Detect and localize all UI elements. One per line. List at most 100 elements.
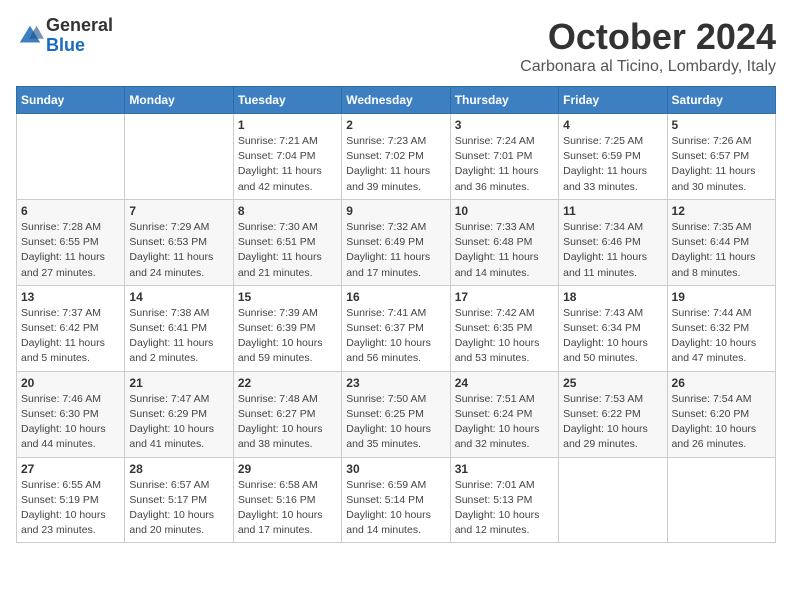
day-number: 21 <box>129 376 228 390</box>
calendar-cell: 19 Sunrise: 7:44 AM Sunset: 6:32 PM Dayli… <box>667 285 775 371</box>
calendar-cell: 30 Sunrise: 6:59 AM Sunset: 5:14 PM Dayli… <box>342 457 450 543</box>
day-number: 28 <box>129 462 228 476</box>
day-info: Sunrise: 7:51 AM Sunset: 6:24 PM Dayligh… <box>455 392 554 453</box>
day-info: Sunrise: 6:57 AM Sunset: 5:17 PM Dayligh… <box>129 478 228 539</box>
calendar-cell: 4 Sunrise: 7:25 AM Sunset: 6:59 PM Daylig… <box>559 114 667 200</box>
day-info: Sunrise: 7:21 AM Sunset: 7:04 PM Dayligh… <box>238 134 337 195</box>
day-number: 23 <box>346 376 445 390</box>
day-number: 13 <box>21 290 120 304</box>
day-number: 1 <box>238 118 337 132</box>
calendar-cell: 13 Sunrise: 7:37 AM Sunset: 6:42 PM Dayli… <box>17 285 125 371</box>
calendar-cell: 25 Sunrise: 7:53 AM Sunset: 6:22 PM Dayli… <box>559 371 667 457</box>
day-number: 31 <box>455 462 554 476</box>
calendar-cell: 27Sunrise: 6:55 AM Sunset: 5:19 PM Dayli… <box>17 457 125 543</box>
month-title: October 2024 <box>520 16 776 58</box>
day-info: Sunrise: 7:28 AM Sunset: 6:55 PM Dayligh… <box>21 220 120 281</box>
page-header: General Blue October 2024 Carbonara al T… <box>16 16 776 76</box>
calendar-cell: 29 Sunrise: 6:58 AM Sunset: 5:16 PM Dayli… <box>233 457 341 543</box>
weekday-header-friday: Friday <box>559 87 667 114</box>
week-row-4: 20Sunrise: 7:46 AM Sunset: 6:30 PM Dayli… <box>17 371 776 457</box>
calendar-cell: 16 Sunrise: 7:41 AM Sunset: 6:37 PM Dayli… <box>342 285 450 371</box>
day-info: Sunrise: 7:48 AM Sunset: 6:27 PM Dayligh… <box>238 392 337 453</box>
week-row-1: 1 Sunrise: 7:21 AM Sunset: 7:04 PM Daylig… <box>17 114 776 200</box>
calendar-cell: 3Sunrise: 7:24 AM Sunset: 7:01 PM Daylig… <box>450 114 558 200</box>
day-info: Sunrise: 7:41 AM Sunset: 6:37 PM Dayligh… <box>346 306 445 367</box>
location-title: Carbonara al Ticino, Lombardy, Italy <box>520 58 776 76</box>
day-number: 9 <box>346 204 445 218</box>
day-info: Sunrise: 7:54 AM Sunset: 6:20 PM Dayligh… <box>672 392 771 453</box>
day-info: Sunrise: 7:01 AM Sunset: 5:13 PM Dayligh… <box>455 478 554 539</box>
weekday-header-row: SundayMondayTuesdayWednesdayThursdayFrid… <box>17 87 776 114</box>
weekday-header-monday: Monday <box>125 87 233 114</box>
day-number: 29 <box>238 462 337 476</box>
day-number: 2 <box>346 118 445 132</box>
day-info: Sunrise: 7:35 AM Sunset: 6:44 PM Dayligh… <box>672 220 771 281</box>
day-info: Sunrise: 6:55 AM Sunset: 5:19 PM Dayligh… <box>21 478 120 539</box>
calendar-cell: 28 Sunrise: 6:57 AM Sunset: 5:17 PM Dayli… <box>125 457 233 543</box>
day-info: Sunrise: 6:59 AM Sunset: 5:14 PM Dayligh… <box>346 478 445 539</box>
day-number: 26 <box>672 376 771 390</box>
day-info: Sunrise: 7:25 AM Sunset: 6:59 PM Dayligh… <box>563 134 662 195</box>
day-number: 6 <box>21 204 120 218</box>
calendar-cell: 18Sunrise: 7:43 AM Sunset: 6:34 PM Dayli… <box>559 285 667 371</box>
calendar-cell: 22Sunrise: 7:48 AM Sunset: 6:27 PM Dayli… <box>233 371 341 457</box>
calendar-cell: 24 Sunrise: 7:51 AM Sunset: 6:24 PM Dayli… <box>450 371 558 457</box>
calendar-cell <box>125 114 233 200</box>
day-info: Sunrise: 7:34 AM Sunset: 6:46 PM Dayligh… <box>563 220 662 281</box>
calendar-table: SundayMondayTuesdayWednesdayThursdayFrid… <box>16 86 776 543</box>
day-info: Sunrise: 6:58 AM Sunset: 5:16 PM Dayligh… <box>238 478 337 539</box>
calendar-cell: 21 Sunrise: 7:47 AM Sunset: 6:29 PM Dayli… <box>125 371 233 457</box>
logo-text: General Blue <box>46 16 113 56</box>
calendar-cell: 2 Sunrise: 7:23 AM Sunset: 7:02 PM Daylig… <box>342 114 450 200</box>
calendar-cell: 7 Sunrise: 7:29 AM Sunset: 6:53 PM Daylig… <box>125 199 233 285</box>
day-info: Sunrise: 7:23 AM Sunset: 7:02 PM Dayligh… <box>346 134 445 195</box>
weekday-header-saturday: Saturday <box>667 87 775 114</box>
day-info: Sunrise: 7:29 AM Sunset: 6:53 PM Dayligh… <box>129 220 228 281</box>
day-info: Sunrise: 7:42 AM Sunset: 6:35 PM Dayligh… <box>455 306 554 367</box>
day-number: 25 <box>563 376 662 390</box>
day-number: 30 <box>346 462 445 476</box>
day-info: Sunrise: 7:44 AM Sunset: 6:32 PM Dayligh… <box>672 306 771 367</box>
day-info: Sunrise: 7:43 AM Sunset: 6:34 PM Dayligh… <box>563 306 662 367</box>
day-info: Sunrise: 7:47 AM Sunset: 6:29 PM Dayligh… <box>129 392 228 453</box>
day-number: 7 <box>129 204 228 218</box>
day-info: Sunrise: 7:39 AM Sunset: 6:39 PM Dayligh… <box>238 306 337 367</box>
day-number: 8 <box>238 204 337 218</box>
calendar-cell: 15 Sunrise: 7:39 AM Sunset: 6:39 PM Dayli… <box>233 285 341 371</box>
day-info: Sunrise: 7:37 AM Sunset: 6:42 PM Dayligh… <box>21 306 120 367</box>
day-number: 4 <box>563 118 662 132</box>
day-info: Sunrise: 7:32 AM Sunset: 6:49 PM Dayligh… <box>346 220 445 281</box>
calendar-cell: 9 Sunrise: 7:32 AM Sunset: 6:49 PM Daylig… <box>342 199 450 285</box>
calendar-cell <box>17 114 125 200</box>
calendar-cell: 14Sunrise: 7:38 AM Sunset: 6:41 PM Dayli… <box>125 285 233 371</box>
day-info: Sunrise: 7:30 AM Sunset: 6:51 PM Dayligh… <box>238 220 337 281</box>
day-info: Sunrise: 7:26 AM Sunset: 6:57 PM Dayligh… <box>672 134 771 195</box>
day-number: 20 <box>21 376 120 390</box>
calendar-cell: 6 Sunrise: 7:28 AM Sunset: 6:55 PM Daylig… <box>17 199 125 285</box>
week-row-5: 27Sunrise: 6:55 AM Sunset: 5:19 PM Dayli… <box>17 457 776 543</box>
calendar-cell <box>559 457 667 543</box>
weekday-header-wednesday: Wednesday <box>342 87 450 114</box>
calendar-cell: 17Sunrise: 7:42 AM Sunset: 6:35 PM Dayli… <box>450 285 558 371</box>
calendar-cell: 8 Sunrise: 7:30 AM Sunset: 6:51 PM Daylig… <box>233 199 341 285</box>
day-number: 19 <box>672 290 771 304</box>
logo-icon <box>16 22 44 50</box>
week-row-2: 6 Sunrise: 7:28 AM Sunset: 6:55 PM Daylig… <box>17 199 776 285</box>
weekday-header-sunday: Sunday <box>17 87 125 114</box>
calendar-cell: 1 Sunrise: 7:21 AM Sunset: 7:04 PM Daylig… <box>233 114 341 200</box>
calendar-cell: 26 Sunrise: 7:54 AM Sunset: 6:20 PM Dayli… <box>667 371 775 457</box>
day-number: 16 <box>346 290 445 304</box>
weekday-header-thursday: Thursday <box>450 87 558 114</box>
day-info: Sunrise: 7:53 AM Sunset: 6:22 PM Dayligh… <box>563 392 662 453</box>
calendar-cell <box>667 457 775 543</box>
day-info: Sunrise: 7:33 AM Sunset: 6:48 PM Dayligh… <box>455 220 554 281</box>
day-number: 24 <box>455 376 554 390</box>
day-number: 15 <box>238 290 337 304</box>
calendar-cell: 11 Sunrise: 7:34 AM Sunset: 6:46 PM Dayli… <box>559 199 667 285</box>
day-number: 11 <box>563 204 662 218</box>
day-info: Sunrise: 7:50 AM Sunset: 6:25 PM Dayligh… <box>346 392 445 453</box>
week-row-3: 13 Sunrise: 7:37 AM Sunset: 6:42 PM Dayli… <box>17 285 776 371</box>
logo: General Blue <box>16 16 113 56</box>
calendar-cell: 31 Sunrise: 7:01 AM Sunset: 5:13 PM Dayli… <box>450 457 558 543</box>
calendar-cell: 20Sunrise: 7:46 AM Sunset: 6:30 PM Dayli… <box>17 371 125 457</box>
